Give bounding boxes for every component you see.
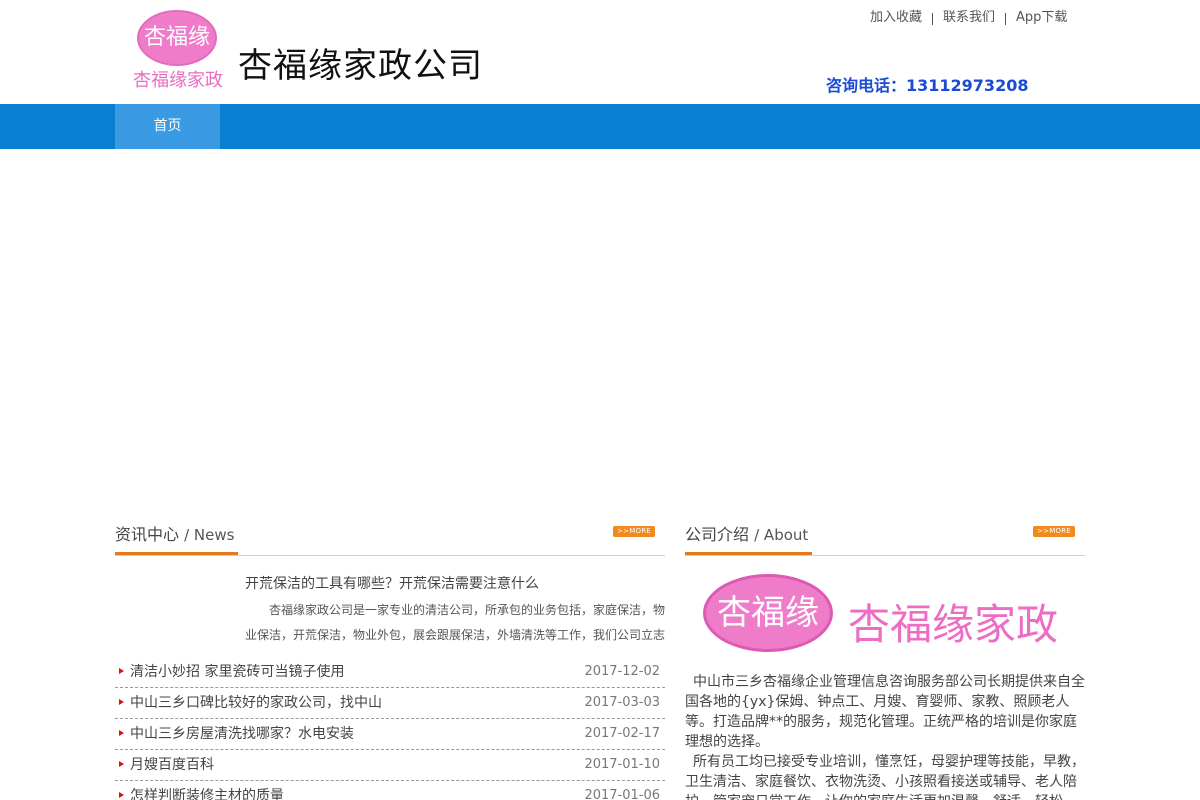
news-list-item[interactable]: 中山三乡房屋清洗找哪家？水电安装 2017-02-17 [115, 719, 665, 750]
logo-subtitle: 杏福缘家政 [133, 70, 223, 91]
site-title: 杏福缘家政公司 [238, 46, 483, 86]
bullet-arrow-icon [119, 699, 124, 705]
contact-us-link[interactable]: 联系我们 [943, 10, 995, 25]
news-item-title[interactable]: 中山三乡口碑比较好的家政公司，找中山 [130, 688, 382, 718]
top-links: 加入收藏 联系我们 App下载 [870, 6, 1067, 25]
featured-news-title[interactable]: 开荒保洁的工具有哪些？开荒保洁需要注意什么 [245, 573, 539, 593]
about-title-cn: 公司介绍 [685, 525, 750, 544]
about-title-en: / About [754, 526, 809, 544]
news-list: 清洁小妙招 家里瓷砖可当镜子使用 2017-12-02 中山三乡口碑比较好的家政公… [115, 657, 665, 800]
logo-badge-oval: 杏福缘 [137, 10, 217, 66]
news-item-title[interactable]: 月嫂百度百科 [130, 750, 214, 780]
news-list-item[interactable]: 清洁小妙招 家里瓷砖可当镜子使用 2017-12-02 [115, 657, 665, 688]
news-item-date: 2017-02-17 [584, 726, 660, 741]
link-divider [932, 13, 934, 25]
bullet-arrow-icon [119, 761, 124, 767]
about-section-header: 公司介绍 / About >>MORE [685, 520, 1085, 556]
about-paragraph: 中山市三乡杏福缘企业管理信息咨询服务部公司长期提供来自全国各地的{yx}保姆、钟… [685, 674, 1085, 750]
site-logo[interactable]: 杏福缘 杏福缘家政 [131, 6, 225, 96]
news-item-date: 2017-12-02 [584, 664, 660, 679]
about-section-title: 公司介绍 / About [685, 520, 813, 555]
about-logo-text: 杏福缘家政 [848, 600, 1059, 649]
news-more-button[interactable]: >>MORE [613, 526, 655, 537]
news-section-title: 资讯中心 / News [115, 520, 239, 555]
app-download-link[interactable]: App下载 [1016, 10, 1067, 25]
add-favorite-link[interactable]: 加入收藏 [870, 10, 922, 25]
hotline: 咨询电话：13112973208 [826, 76, 1029, 95]
featured-news-desc: 杏福缘家政公司是一家专业的清洁公司，所承包的业务包括，家庭保洁，物业保洁，开荒保… [245, 603, 665, 642]
about-logo-image: 杏福缘 杏福缘家政 [703, 573, 1063, 653]
bullet-arrow-icon [119, 792, 124, 798]
news-section-header: 资讯中心 / News >>MORE [115, 520, 665, 556]
news-item-date: 2017-03-03 [584, 695, 660, 710]
page: 杏福缘 杏福缘家政 杏福缘家政公司 加入收藏 联系我们 App下载 咨询电话：131… [0, 0, 1200, 800]
news-list-item[interactable]: 月嫂百度百科 2017-01-10 [115, 750, 665, 781]
news-list-item[interactable]: 中山三乡口碑比较好的家政公司，找中山 2017-03-03 [115, 688, 665, 719]
news-item-title[interactable]: 清洁小妙招 家里瓷砖可当镜子使用 [130, 657, 344, 687]
news-item-date: 2017-01-06 [584, 788, 660, 800]
about-paragraph: 所有员工均已接受专业培训，懂烹饪，母婴护理等技能，早教，卫生清洁、家庭餐饮、衣物… [685, 754, 1085, 800]
about-more-button[interactable]: >>MORE [1033, 526, 1075, 537]
header: 杏福缘 杏福缘家政 杏福缘家政公司 加入收藏 联系我们 App下载 咨询电话：131… [0, 0, 1200, 104]
news-item-title[interactable]: 怎样判断装修主材的质量 [130, 781, 284, 800]
nav-item-home[interactable]: 首页 [115, 104, 220, 149]
link-divider [1005, 13, 1007, 25]
about-text: 中山市三乡杏福缘企业管理信息咨询服务部公司长期提供来自全国各地的{yx}保姆、钟… [685, 672, 1085, 800]
bullet-arrow-icon [119, 730, 124, 736]
news-list-item[interactable]: 怎样判断装修主材的质量 2017-01-06 [115, 781, 665, 800]
news-title-cn: 资讯中心 [115, 525, 180, 544]
main-nav: 首页 [0, 104, 1200, 149]
news-item-date: 2017-01-10 [584, 757, 660, 772]
bullet-arrow-icon [119, 668, 124, 674]
news-item-title[interactable]: 中山三乡房屋清洗找哪家？水电安装 [130, 719, 354, 749]
news-title-en: / News [184, 526, 235, 544]
about-logo-badge: 杏福缘 [703, 574, 833, 652]
